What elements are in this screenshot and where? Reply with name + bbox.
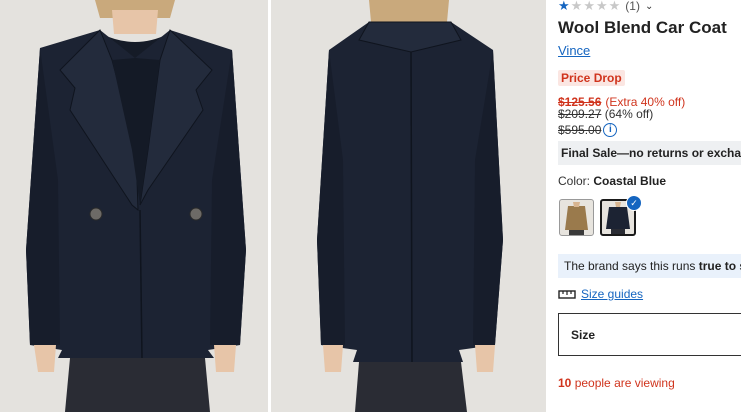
product-info-panel: ★★★★★ (1) ⌄ Wool Blend Car Coat Vince Pr… bbox=[558, 0, 741, 412]
chevron-down-icon[interactable]: ⌄ bbox=[645, 1, 653, 12]
price-drop-badge: Price Drop bbox=[558, 70, 625, 86]
fit-note-emphasis: true to size bbox=[698, 259, 741, 273]
rating-count: (1) bbox=[625, 0, 640, 13]
color-label: Color: bbox=[558, 174, 591, 188]
star-icon: ★ bbox=[570, 0, 584, 13]
size-selector[interactable]: Size bbox=[558, 313, 741, 356]
viewers-text: people are viewing bbox=[571, 376, 675, 390]
fit-note: The brand says this runs true to size bbox=[558, 254, 741, 278]
star-icon: ★ bbox=[558, 0, 571, 13]
original-price-row: $595.00 i bbox=[558, 123, 618, 137]
viewers-count: 10 people are viewing bbox=[558, 376, 675, 390]
product-image-front[interactable] bbox=[0, 0, 268, 412]
product-title: Wool Blend Car Coat bbox=[558, 18, 727, 37]
product-image-back[interactable] bbox=[271, 0, 546, 412]
coat-front-illustration bbox=[0, 0, 268, 412]
check-icon: ✓ bbox=[626, 195, 642, 211]
info-icon[interactable]: i bbox=[603, 123, 618, 137]
final-sale-notice: Final Sale—no returns or exchanges bbox=[558, 141, 741, 165]
brand-link[interactable]: Vince bbox=[558, 43, 590, 58]
size-guides[interactable]: Size guides bbox=[558, 287, 643, 301]
color-selection-label: Color: Coastal Blue bbox=[558, 174, 666, 188]
size-label: Size bbox=[571, 328, 596, 342]
fit-note-text: The brand says this runs bbox=[564, 259, 699, 273]
star-icon: ★ bbox=[583, 0, 596, 13]
color-value: Coastal Blue bbox=[593, 174, 667, 188]
previous-price: $209.27 bbox=[558, 107, 602, 121]
star-icon: ★ bbox=[608, 0, 622, 13]
viewers-number: 10 bbox=[558, 376, 572, 390]
rating-summary[interactable]: ★★★★★ (1) ⌄ bbox=[558, 0, 653, 13]
coat-back-illustration bbox=[271, 0, 546, 412]
ruler-icon bbox=[558, 289, 576, 299]
original-price: $595.00 bbox=[558, 123, 602, 137]
size-guides-link[interactable]: Size guides bbox=[581, 287, 643, 301]
color-swatch-camel[interactable] bbox=[559, 199, 594, 236]
previous-discount: (64% off) bbox=[604, 107, 654, 121]
star-rating: ★★★★★ bbox=[558, 0, 621, 14]
star-icon: ★ bbox=[595, 0, 609, 13]
previous-price-row: $209.27 (64% off) bbox=[558, 107, 653, 121]
